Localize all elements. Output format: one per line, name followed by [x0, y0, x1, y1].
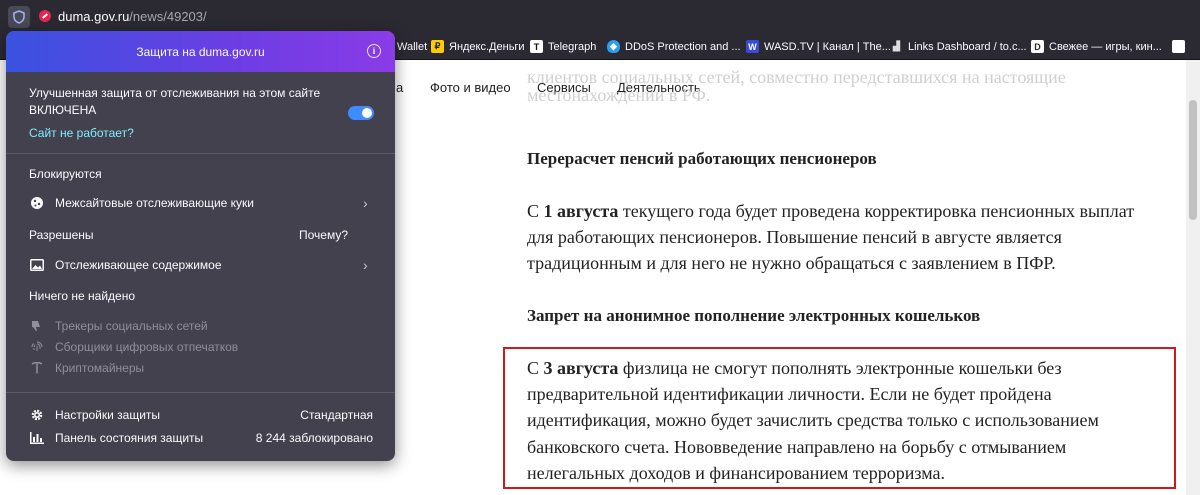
allowed-label: Разрешены — [29, 228, 94, 242]
info-icon[interactable]: i — [367, 44, 381, 58]
bar-chart-icon — [29, 430, 45, 446]
bookmark-label: Wallet — [397, 40, 428, 53]
bookmark-favicon-icon — [1172, 40, 1185, 53]
permissions-icon[interactable] — [38, 9, 52, 23]
row-label: Сборщики цифровых отпечатков — [55, 340, 239, 354]
divider — [6, 392, 395, 393]
gear-icon — [29, 407, 45, 423]
protection-settings-row[interactable]: Настройки защиты Стандартная — [29, 406, 373, 424]
bookmark-label: Яндекс.Деньги — [449, 40, 525, 53]
url-path: /news/49203/ — [129, 9, 207, 24]
address-bar[interactable]: duma.gov.ru/news/49203/ — [0, 0, 1200, 35]
url-host: duma.gov.ru — [58, 9, 130, 24]
none-item-fingerprinters: Сборщики цифровых отпечатков — [29, 338, 373, 356]
protection-toggle[interactable] — [348, 106, 374, 120]
settings-value: Стандартная — [300, 408, 373, 422]
chevron-right-icon: › — [363, 257, 368, 273]
popup-title: Защита на duma.gov.ru — [136, 44, 265, 59]
toggle-knob — [362, 108, 372, 118]
fingerprint-icon — [29, 339, 45, 355]
allowed-item-tracking-content[interactable]: Отслеживающее содержимое › — [29, 256, 373, 274]
bookmark-ddos-protection[interactable]: ◆ DDoS Protection and ... — [607, 38, 741, 55]
allowed-heading: Разрешены Почему? — [29, 228, 348, 242]
bookmark-label: Свежее — игры, кин... — [1049, 40, 1162, 53]
bookmark-telegraph[interactable]: T Telegraph — [530, 38, 596, 55]
why-link[interactable]: Почему? — [299, 228, 348, 242]
bookmark-overflow[interactable] — [1172, 38, 1185, 55]
none-item-cryptominers: Криптомайнеры — [29, 359, 373, 377]
blocked-heading: Блокируются — [29, 167, 102, 181]
bold-date: 1 августа — [543, 201, 619, 221]
page-scrollbar[interactable] — [1186, 60, 1200, 495]
protection-dashboard-row[interactable]: Панель состояния защиты 8 244 заблокиров… — [29, 429, 373, 447]
scrollbar-thumb[interactable] — [1189, 100, 1197, 220]
nav-item-partial[interactable]: а — [396, 80, 403, 95]
telegraph-icon: T — [530, 40, 543, 53]
ddos-shield-icon: ◆ — [607, 40, 620, 53]
bookmark-label: Telegraph — [548, 40, 597, 53]
row-label: Панель состояния защиты — [55, 431, 204, 445]
bookmark-wallet[interactable]: Wallet — [397, 38, 427, 55]
paragraph-pension-line3: традиционным и для него не нужно обращат… — [527, 253, 1056, 273]
wasd-icon: W — [746, 40, 759, 53]
thumbs-down-icon — [29, 318, 45, 334]
faded-line: клиентов социальных сетей, совместно пер… — [527, 67, 1066, 87]
none-found-heading: Ничего не найдено — [29, 289, 136, 303]
heading-ewallet-ban: Запрет на анонимное пополнение электронн… — [527, 306, 981, 325]
status-line: Улучшенная защита от отслеживания на это… — [29, 86, 321, 100]
site-broken-link[interactable]: Сайт не работает? — [29, 126, 134, 140]
divider — [6, 153, 395, 154]
bookmark-yandex-money[interactable]: ₽ Яндекс.Деньги — [431, 38, 525, 55]
blocked-count: 8 244 заблокировано — [255, 431, 373, 445]
paragraph-pension-line1: С 1 августа текущего года будет проведен… — [527, 198, 1134, 225]
yandex-money-icon: ₽ — [431, 40, 444, 53]
row-label: Отслеживающее содержимое — [55, 258, 222, 272]
popup-header: Защита на duma.gov.ru i — [6, 31, 395, 72]
tracking-protection-shield-icon[interactable] — [8, 6, 30, 28]
row-label: Межсайтовые отслеживающие куки — [55, 196, 254, 210]
heading-pension-recalc: Перерасчет пенсий работающих пенсионеров — [527, 149, 877, 168]
faded-line: местонахождении в РФ. — [527, 85, 711, 105]
protection-status: Улучшенная защита от отслеживания на это… — [29, 85, 320, 119]
bookmark-label: Links Dashboard / to.c... — [908, 40, 1027, 53]
links-icon: ▟ — [893, 41, 900, 51]
cookie-icon — [29, 195, 45, 211]
text: С — [527, 201, 544, 221]
nav-item-photo-video[interactable]: Фото и видео — [430, 80, 511, 95]
row-label: Настройки защиты — [55, 408, 161, 422]
bookmark-label: WASD.TV | Канал | The... — [764, 40, 891, 53]
dtf-icon: D — [1031, 40, 1044, 53]
bookmark-dtf[interactable]: D Свежее — игры, кин... — [1031, 38, 1162, 55]
bookmark-wasd[interactable]: W WASD.TV | Канал | The... — [746, 38, 891, 55]
none-item-social-trackers: Трекеры социальных сетей — [29, 317, 373, 335]
url-text[interactable]: duma.gov.ru/news/49203/ — [58, 9, 207, 24]
pickaxe-icon — [29, 360, 45, 376]
row-label: Криптомайнеры — [55, 361, 145, 375]
highlight-box — [503, 347, 1176, 489]
blocked-item-cross-site-cookies[interactable]: Межсайтовые отслеживающие куки › — [29, 194, 373, 212]
protections-popup: Защита на duma.gov.ru i Улучшенная защит… — [6, 31, 395, 461]
text: текущего года будет проведена корректиро… — [618, 201, 1135, 221]
paragraph-pension-line2: для работающих пенсионеров. Повышение пе… — [527, 227, 1062, 247]
image-icon — [29, 257, 45, 273]
status-state: ВКЛЮЧЕНА — [29, 103, 97, 117]
chevron-right-icon: › — [363, 195, 368, 211]
bookmark-label: DDoS Protection and ... — [625, 40, 741, 53]
bookmark-links-dashboard[interactable]: ▟ Links Dashboard / to.c... — [890, 38, 1027, 55]
faded-previous-text: клиентов социальных сетей, совместно пер… — [527, 68, 1066, 104]
row-label: Трекеры социальных сетей — [55, 319, 208, 333]
